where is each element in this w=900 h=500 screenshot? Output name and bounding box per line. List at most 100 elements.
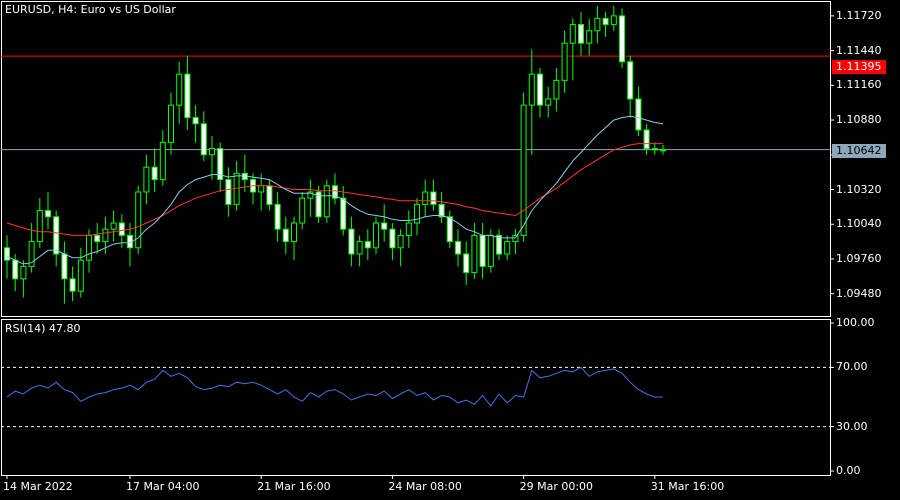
candle [61,241,68,304]
candle [233,160,240,211]
price-tick-label: 1.10040 [836,217,882,231]
candle-body [569,24,576,44]
candle-body [512,234,519,243]
time-tick-label: 24 Mar 08:00 [388,480,462,493]
candle-body [561,42,568,81]
candle-body [159,141,166,181]
candle-body [422,191,429,205]
candle [635,86,642,137]
candle [496,229,502,261]
candle-body [586,30,593,44]
candle [545,86,552,118]
candle [348,216,355,267]
candle [69,266,76,302]
candle-body [520,104,527,236]
candle-body [340,197,347,230]
candle-body [184,73,191,119]
candle [430,179,437,211]
candle [414,198,420,236]
candle-body [405,222,412,236]
candle-body [168,104,174,143]
candle [422,179,429,217]
candle [405,210,412,248]
candle-body [545,98,552,106]
candle [594,5,601,44]
rsi-tick-label: 70.00 [836,360,868,374]
candle-body [504,241,511,255]
candle [53,210,60,267]
candle-body [69,278,76,292]
candle [504,235,511,261]
candle [627,55,634,118]
candle [643,123,650,155]
candle-body [291,222,297,243]
price-tick-label: 1.10880 [836,113,882,127]
candle [479,222,486,279]
time-tick-label: 21 Mar 16:00 [257,480,331,493]
candle [323,179,330,223]
candle-body [20,265,27,280]
candle-body [36,210,43,243]
candle [225,167,232,217]
candle [159,129,166,186]
candle-body [94,234,101,243]
candle [528,49,535,155]
candle [397,229,404,267]
candle [381,204,388,242]
candle [184,55,191,130]
candle-body [578,24,584,44]
candle [274,191,281,242]
candle-body [274,203,281,230]
candle-body [660,149,666,152]
candle-body [619,15,625,63]
candle-body [528,73,535,106]
rsi-title: RSI(14) 47.80 [5,322,81,335]
candle-body [192,117,199,125]
candle [364,229,371,261]
candle [282,216,289,254]
candle [463,241,470,285]
chart-canvas[interactable] [0,0,900,500]
candle [537,67,543,118]
candle-body [651,148,658,151]
chart-window[interactable]: EURUSD, H4: Euro vs US Dollar RSI(14) 47… [0,0,900,500]
candle-body [118,222,125,236]
rsi-tick-label: 30.00 [836,419,868,433]
candle-body [397,234,404,249]
candle [200,111,207,161]
candle-body [553,79,560,100]
candle-body [643,129,650,150]
candle [553,67,560,112]
candle [389,222,396,261]
candle [438,191,445,223]
candle [619,8,625,68]
candle [110,210,117,242]
candle-body [77,259,84,292]
candle [446,210,453,248]
candle [291,216,297,261]
candle [168,92,174,155]
candle [143,154,150,205]
candle-body [110,222,117,230]
candle [307,179,314,217]
candle-body [602,17,609,26]
candle-body [176,73,183,106]
candle-body [389,228,396,249]
candle [192,105,199,143]
candle-body [438,203,445,218]
rsi-line [6,366,663,407]
candle [209,136,215,180]
chart-title: EURUSD, H4: Euro vs US Dollar [5,3,176,16]
candle [299,191,306,230]
candle [610,5,617,31]
price-tick-label: 1.09480 [836,286,882,300]
time-tick-label: 17 Mar 04:00 [126,480,200,493]
candle-body [356,241,363,255]
candle [586,18,593,56]
candle-body [594,17,601,32]
candle-body [258,185,265,193]
candle [36,198,43,248]
candle-body [61,253,68,280]
candle [135,185,142,254]
candle-body [446,216,453,243]
